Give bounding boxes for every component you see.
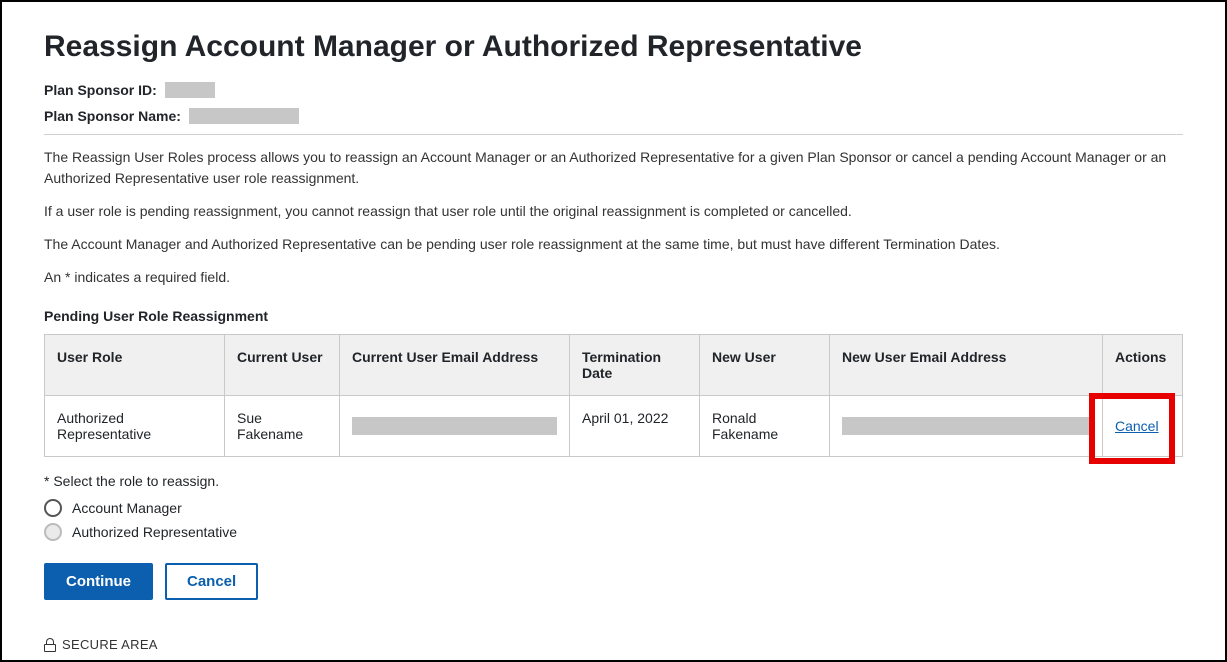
cell-current-email bbox=[340, 396, 570, 457]
secure-area-label: SECURE AREA bbox=[62, 637, 158, 652]
secure-area-indicator: SECURE AREA bbox=[44, 637, 158, 652]
continue-button[interactable]: Continue bbox=[44, 563, 153, 600]
cancel-link[interactable]: Cancel bbox=[1115, 418, 1159, 434]
description-4: An * indicates a required field. bbox=[44, 267, 1183, 288]
col-user-role: User Role bbox=[45, 335, 225, 396]
col-actions: Actions bbox=[1103, 335, 1183, 396]
cancel-button[interactable]: Cancel bbox=[165, 563, 258, 600]
col-current-email: Current User Email Address bbox=[340, 335, 570, 396]
lock-icon bbox=[44, 638, 57, 652]
plan-sponsor-id-redacted bbox=[165, 82, 215, 98]
col-new-user: New User bbox=[700, 335, 830, 396]
page-container: Reassign Account Manager or Authorized R… bbox=[0, 0, 1227, 662]
radio-label-authorized-representative: Authorized Representative bbox=[72, 524, 237, 540]
col-termination-date: Termination Date bbox=[570, 335, 700, 396]
button-row: Continue Cancel bbox=[44, 563, 1183, 600]
select-role-prompt: * Select the role to reassign. bbox=[44, 473, 1183, 489]
plan-sponsor-name-label: Plan Sponsor Name: bbox=[44, 108, 181, 124]
plan-sponsor-name-redacted bbox=[189, 108, 299, 124]
radio-authorized-representative[interactable]: Authorized Representative bbox=[44, 523, 1183, 541]
description-2: If a user role is pending reassignment, … bbox=[44, 201, 1183, 222]
plan-sponsor-id-row: Plan Sponsor ID: bbox=[44, 82, 1183, 98]
col-new-email: New User Email Address bbox=[830, 335, 1103, 396]
new-email-redacted bbox=[842, 417, 1090, 435]
page-title: Reassign Account Manager or Authorized R… bbox=[44, 30, 1183, 64]
radio-label-account-manager: Account Manager bbox=[72, 500, 182, 516]
plan-sponsor-name-row: Plan Sponsor Name: bbox=[44, 108, 1183, 124]
divider bbox=[44, 134, 1183, 135]
col-current-user: Current User bbox=[225, 335, 340, 396]
cell-new-email bbox=[830, 396, 1103, 457]
description-3: The Account Manager and Authorized Repre… bbox=[44, 234, 1183, 255]
description-1: The Reassign User Roles process allows y… bbox=[44, 147, 1183, 189]
table-header-row: User Role Current User Current User Emai… bbox=[45, 335, 1183, 396]
table-row: Authorized Representative Sue Fakename A… bbox=[45, 396, 1183, 457]
pending-reassignment-table: User Role Current User Current User Emai… bbox=[44, 334, 1183, 457]
pending-reassignment-header: Pending User Role Reassignment bbox=[44, 308, 1183, 324]
radio-account-manager[interactable]: Account Manager bbox=[44, 499, 1183, 517]
radio-icon bbox=[44, 523, 62, 541]
plan-sponsor-id-label: Plan Sponsor ID: bbox=[44, 82, 157, 98]
cell-actions: Cancel bbox=[1103, 396, 1183, 457]
radio-icon bbox=[44, 499, 62, 517]
cell-termination-date: April 01, 2022 bbox=[570, 396, 700, 457]
cell-user-role: Authorized Representative bbox=[45, 396, 225, 457]
cell-current-user: Sue Fakename bbox=[225, 396, 340, 457]
cell-new-user: Ronald Fakename bbox=[700, 396, 830, 457]
current-email-redacted bbox=[352, 417, 557, 435]
